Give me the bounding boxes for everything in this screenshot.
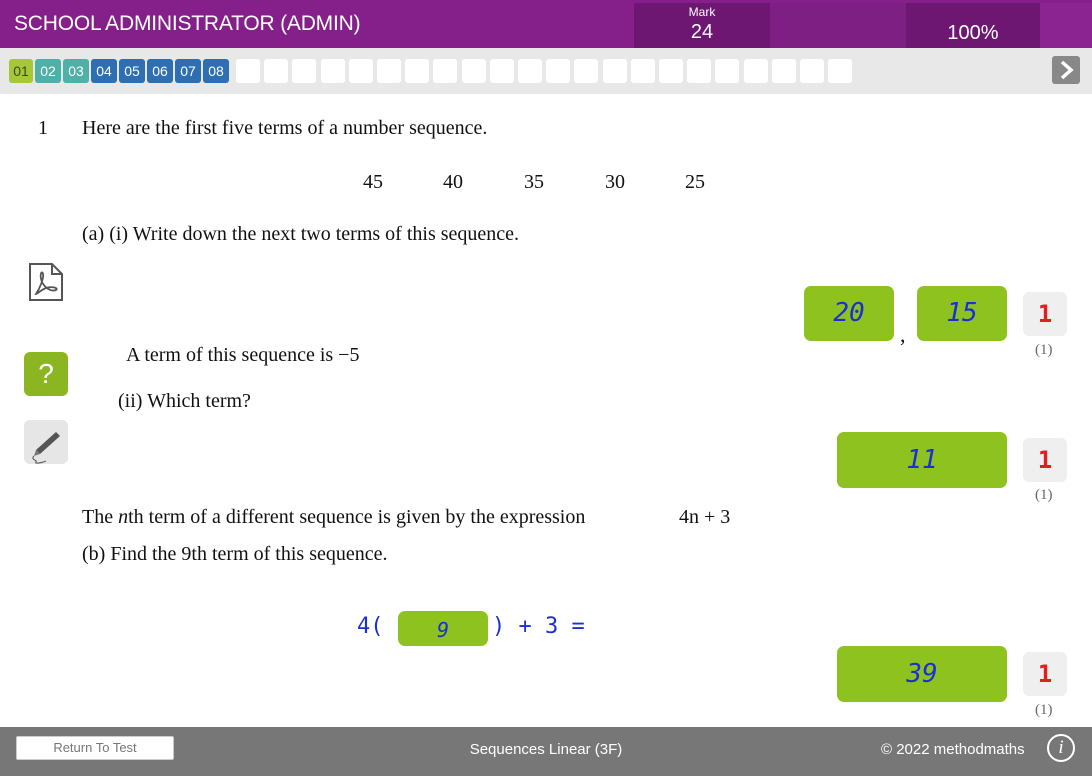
question-nav-empty [320,59,345,83]
header-spacer [770,3,906,48]
percent-value: 100% [947,22,999,44]
footer-bar: Return To Test Sequences Linear (3F) © 2… [0,727,1092,776]
answer-separator: , [900,322,906,347]
part-b-text: (b) Find the 9th term of this sequence. [82,543,388,565]
part-b-expression: 4n + 3 [679,506,731,528]
sequence-term: 30 [605,171,625,193]
question-nav-item[interactable]: 04 [91,59,117,83]
chevron-right-icon[interactable] [1052,56,1080,84]
working-suffix: ) + 3 = [492,614,585,639]
sequence-term: 45 [363,171,383,193]
mark-awarded: 1 [1023,292,1067,336]
question-nav-empty [518,59,542,83]
question-nav-item[interactable]: 05 [119,59,145,83]
part-b-intro-pre: The [82,506,119,528]
question-nav-item[interactable]: 01 [9,59,33,83]
part-a-ii-text: (ii) Which term? [118,390,251,412]
answer-a-i-second[interactable]: 15 [917,286,1007,341]
help-button[interactable]: ? [24,352,68,396]
question-nav-empty [771,59,796,83]
question-intro: Here are the first five terms of a numbe… [82,117,488,139]
question-nav-empty [630,59,655,83]
part-b-intro: The nth term of a different sequence is … [82,506,585,529]
max-mark: (1) [1035,342,1053,358]
mark-awarded: 1 [1023,652,1067,696]
working-input[interactable]: 9 [398,611,488,646]
question-nav-empty [405,59,430,83]
mark-value: 24 [690,21,714,43]
question-nav-empty [236,59,260,83]
mark-awarded: 1 [1023,438,1067,482]
question-nav: 01 02 03 04 05 06 07 08 [0,48,1092,94]
answer-a-i-first[interactable]: 20 [804,286,894,341]
answer-b[interactable]: 39 [837,646,1007,702]
percent-box: 100% [906,3,1040,48]
mark-box: Mark 24 [634,3,770,48]
question-nav-empty [602,59,627,83]
question-nav-empty [292,59,317,83]
question-nav-item[interactable]: 02 [35,59,61,83]
header-end [1040,3,1092,48]
header-bar: SCHOOL ADMINISTRATOR (ADMIN) Mark 24 100… [0,0,1092,48]
part-a-i-text: (a) (i) Write down the next two terms of… [82,223,520,245]
question-nav-item[interactable]: 07 [175,59,201,83]
part-a-ii-intro: A term of this sequence is −5 [126,344,360,366]
question-nav-empty [348,59,373,83]
pdf-icon[interactable] [24,260,68,304]
question-nav-empty [546,59,571,83]
question-nav-empty [800,59,824,83]
question-nav-empty [715,59,740,83]
part-b-intro-post: th term of a different sequence is given… [128,506,586,528]
sequence-term: 35 [524,171,544,193]
copyright-text: © 2022 methodmaths [881,741,1025,758]
question-nav-empty [743,59,768,83]
mark-label: Mark [688,5,716,19]
question-nav-empty [264,59,289,83]
question-number: 1 [38,117,48,139]
answer-a-ii[interactable]: 11 [837,432,1007,488]
question-nav-empty [489,59,514,83]
working-prefix: 4( [357,614,384,639]
max-mark: (1) [1035,487,1053,503]
question-nav-empty [433,59,458,83]
question-nav-item[interactable]: 06 [147,59,173,83]
sequence-term: 25 [685,171,705,193]
question-nav-item[interactable]: 08 [203,59,229,83]
max-mark: (1) [1035,702,1053,718]
user-title: SCHOOL ADMINISTRATOR (ADMIN) [14,12,361,35]
question-nav-empty [574,59,599,83]
info-icon[interactable]: i [1047,734,1075,762]
question-nav-empty [659,59,683,83]
question-nav-empty [461,59,486,83]
question-nav-empty [828,59,853,83]
sequence-term: 40 [443,171,463,193]
question-nav-empty [377,59,401,83]
question-nav-item[interactable]: 03 [63,59,89,83]
question-nav-empty [687,59,712,83]
pen-icon[interactable] [24,420,68,464]
part-b-intro-n: n [118,506,129,528]
